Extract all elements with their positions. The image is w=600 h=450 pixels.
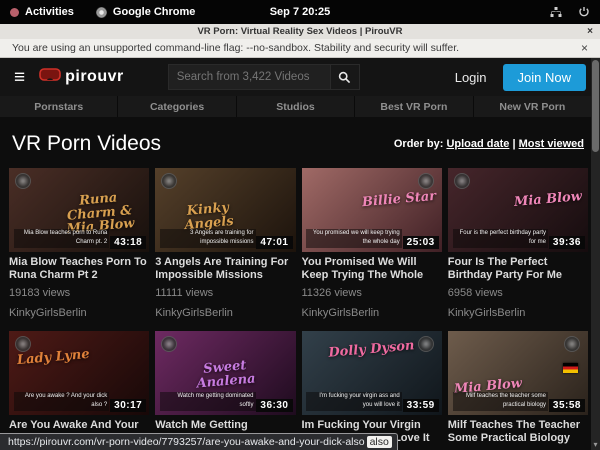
sandbox-warning-bar: You are using an unsupported command-lin… <box>0 39 600 58</box>
network-icon[interactable] <box>550 7 562 18</box>
studio-logo-icon <box>15 173 31 189</box>
studio-link[interactable]: KinkyGirlsBerlin <box>9 307 149 319</box>
warning-close-icon[interactable]: × <box>581 41 588 55</box>
video-thumbnail[interactable]: Lady Lyne Are you awake ? And your dick … <box>9 331 149 415</box>
site-logo[interactable]: pirouvr <box>39 68 124 86</box>
video-title[interactable]: Four Is The Perfect Birthday Party For M… <box>448 256 588 281</box>
thumbnail-caption: Watch me getting dominated softly <box>160 392 255 411</box>
order-by-label: Order by: <box>394 138 444 150</box>
nav-item-studios[interactable]: Studios <box>237 96 355 117</box>
join-now-button[interactable]: Join Now <box>503 64 586 91</box>
status-bubble: https://pirouvr.com/vr-porn-video/779325… <box>0 433 398 450</box>
nav-item-pornstars[interactable]: Pornstars <box>0 96 118 117</box>
video-card[interactable]: Mia Blow Four is the perfect birthday pa… <box>448 168 588 319</box>
duration-badge: 33:59 <box>403 399 439 412</box>
thumbnail-overlay-title: Dolly Dyson <box>328 339 416 360</box>
studio-logo-icon <box>564 336 580 352</box>
video-thumbnail[interactable]: Sweet Analena Watch me getting dominated… <box>155 331 295 415</box>
duration-badge: 25:03 <box>403 236 439 249</box>
studio-logo-icon <box>15 336 31 352</box>
studio-logo-icon <box>418 336 434 352</box>
thumbnail-caption: Milf teaches the teacher some practical … <box>453 392 548 411</box>
browser-tab[interactable]: VR Porn: Virtual Reality Sex Videos | Pi… <box>0 24 600 39</box>
order-separator: | <box>509 138 518 150</box>
duration-badge: 39:36 <box>549 236 585 249</box>
german-flag-icon <box>563 363 578 373</box>
logo-text: pirouvr <box>65 68 124 86</box>
video-thumbnail[interactable]: Kinky Angels 3 Angels are training for i… <box>155 168 295 252</box>
studio-logo-icon <box>161 173 177 189</box>
scrollbar-thumb[interactable] <box>592 60 599 152</box>
studio-link[interactable]: KinkyGirlsBerlin <box>448 307 588 319</box>
studio-link[interactable]: KinkyGirlsBerlin <box>302 307 442 319</box>
duration-badge: 30:17 <box>110 399 146 412</box>
duration-badge: 43:18 <box>110 236 146 249</box>
view-count: 6958 views <box>448 287 588 299</box>
browser-viewport: ≡ pirouvr Login Join Now Pornstars <box>0 58 600 450</box>
duration-badge: 36:30 <box>256 399 292 412</box>
video-thumbnail[interactable]: Mia Blow Milf teaches the teacher some p… <box>448 331 588 415</box>
order-by: Order by: Upload date | Most viewed <box>394 138 584 150</box>
thumbnail-overlay-title: Billie Star <box>361 190 436 210</box>
status-url-tail: also <box>367 436 392 448</box>
page-scrollbar[interactable]: ▾ <box>591 58 600 450</box>
search-input[interactable] <box>168 64 330 90</box>
studio-logo-icon <box>418 173 434 189</box>
video-thumbnail[interactable]: Mia Blow Four is the perfect birthday pa… <box>448 168 588 252</box>
video-card[interactable]: Runa Charm & Mia Blow Mia Blow teaches p… <box>9 168 149 319</box>
studio-logo-icon <box>454 173 470 189</box>
site-header: ≡ pirouvr Login Join Now <box>0 58 600 96</box>
thumbnail-caption: I'm fucking your virgin ass and you will… <box>306 392 401 411</box>
video-grid: Runa Charm & Mia Blow Mia Blow teaches p… <box>0 168 600 450</box>
tab-close-icon[interactable]: × <box>587 24 593 39</box>
status-url: https://pirouvr.com/vr-porn-video/779325… <box>8 436 365 448</box>
duration-badge: 47:01 <box>256 236 292 249</box>
video-thumbnail[interactable]: Runa Charm & Mia Blow Mia Blow teaches p… <box>9 168 149 252</box>
studio-link[interactable]: KinkyGirlsBerlin <box>155 307 295 319</box>
tab-title: VR Porn: Virtual Reality Sex Videos | Pi… <box>0 26 600 37</box>
main-nav: Pornstars Categories Studios Best VR Por… <box>0 96 591 117</box>
nav-item-best-vr-porn[interactable]: Best VR Porn <box>355 96 473 117</box>
video-card[interactable]: Kinky Angels 3 Angels are training for i… <box>155 168 295 319</box>
video-card[interactable]: Billie Star You promised we will keep tr… <box>302 168 442 319</box>
thumbnail-overlay-title: Lady Lyne <box>17 348 91 368</box>
power-icon[interactable] <box>578 6 590 18</box>
nav-item-new-vr-porn[interactable]: New VR Porn <box>474 96 591 117</box>
system-top-bar: Activities Google Chrome Sep 7 20:25 <box>0 0 600 24</box>
thumbnail-caption: You promised we will keep trying the who… <box>306 229 401 248</box>
scroll-down-arrow[interactable]: ▾ <box>591 440 600 450</box>
clock[interactable]: Sep 7 20:25 <box>0 6 600 18</box>
video-title[interactable]: 3 Angels Are Training For Impossible Mis… <box>155 256 295 281</box>
view-count: 19183 views <box>9 287 149 299</box>
search-button[interactable] <box>330 64 360 90</box>
view-count: 11111 views <box>155 287 295 299</box>
thumbnail-overlay-title: Mia Blow <box>513 190 582 210</box>
video-title[interactable]: You Promised We Will Keep Trying The Who… <box>302 256 442 281</box>
warning-text: You are using an unsupported command-lin… <box>12 42 459 54</box>
order-upload-date-link[interactable]: Upload date <box>446 138 509 150</box>
thumbnail-caption: 3 Angels are training for impossible mis… <box>160 229 255 248</box>
thumbnail-caption: Mia Blow teaches porn to Runa Charm pt. … <box>14 229 109 248</box>
video-card[interactable]: Mia Blow Milf teaches the teacher some p… <box>448 331 588 450</box>
video-title[interactable]: Milf Teaches The Teacher Some Practical … <box>448 419 588 444</box>
studio-logo-icon <box>161 336 177 352</box>
page-title: VR Porn Videos <box>12 132 161 156</box>
order-most-viewed-link[interactable]: Most viewed <box>519 138 584 150</box>
thumbnail-caption: Are you awake ? And your dick also ? <box>14 392 109 411</box>
view-count: 11326 views <box>302 287 442 299</box>
nav-item-categories[interactable]: Categories <box>118 96 236 117</box>
thumbnail-caption: Four is the perfect birthday party for m… <box>453 229 548 248</box>
login-link[interactable]: Login <box>455 70 487 85</box>
video-thumbnail[interactable]: Dolly Dyson I'm fucking your virgin ass … <box>302 331 442 415</box>
menu-icon[interactable]: ≡ <box>14 68 25 87</box>
duration-badge: 35:58 <box>549 399 585 412</box>
search-group <box>168 64 360 90</box>
video-title[interactable]: Mia Blow Teaches Porn To Runa Charm Pt 2 <box>9 256 149 281</box>
logo-goggles-icon <box>39 68 61 86</box>
thumbnail-overlay-title: Sweet Analena <box>181 357 270 392</box>
video-thumbnail[interactable]: Billie Star You promised we will keep tr… <box>302 168 442 252</box>
